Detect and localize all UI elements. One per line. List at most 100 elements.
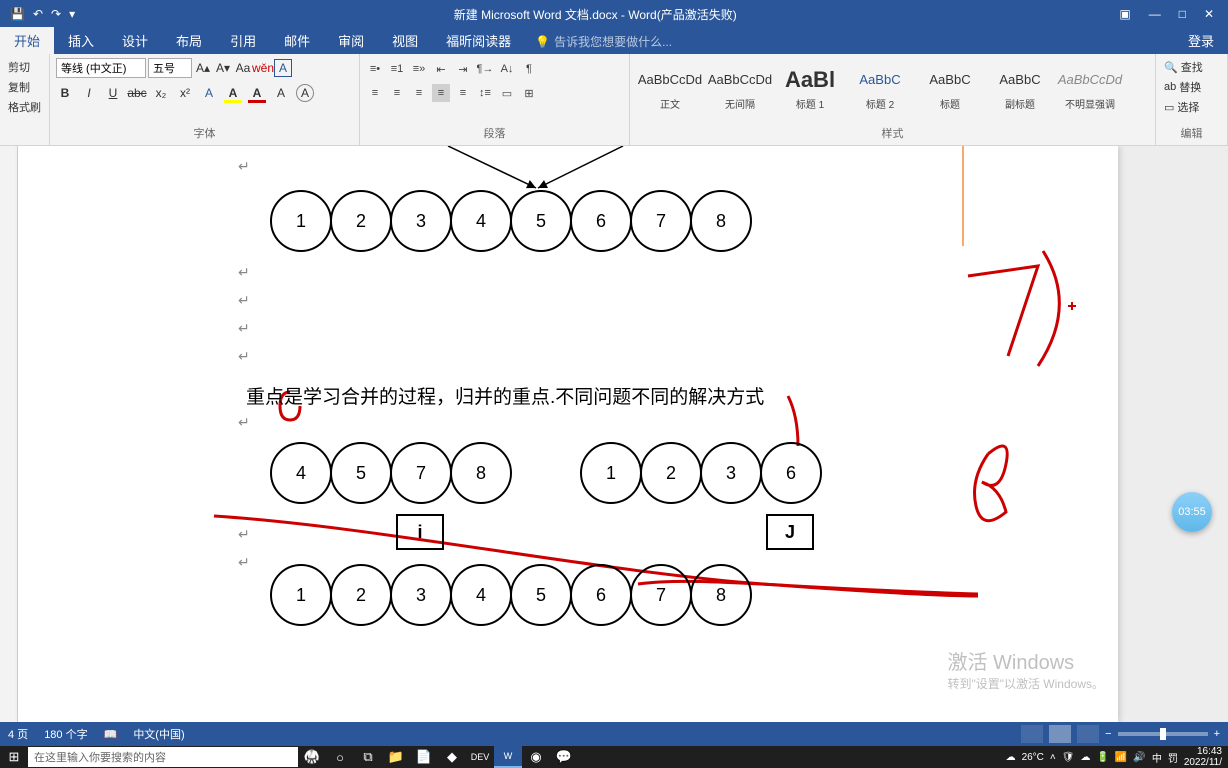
font-name-combo[interactable]: 等线 (中文正)	[56, 58, 146, 78]
strikethrough-button[interactable]: abc	[128, 84, 146, 102]
tab-design[interactable]: 设计	[108, 27, 162, 54]
font-size-combo[interactable]: 五号	[148, 58, 192, 78]
style-subtitle[interactable]: AaBbC副标题	[986, 58, 1054, 116]
multilevel-icon[interactable]: ≡»	[410, 60, 428, 78]
style-heading1[interactable]: AaBl标题 1	[776, 58, 844, 116]
weather-icon[interactable]: ☁	[1006, 752, 1016, 763]
app-icon-blue[interactable]: ◆	[438, 746, 466, 768]
word-count[interactable]: 180 个字	[44, 726, 87, 742]
shield-icon[interactable]: 🛡	[1062, 752, 1075, 763]
zoom-slider[interactable]	[1118, 732, 1208, 736]
format-painter-button[interactable]: 格式刷	[6, 98, 43, 116]
zoom-in-icon[interactable]: +	[1214, 728, 1220, 740]
clock-date[interactable]: 2022/11/	[1184, 757, 1222, 768]
redo-icon[interactable]: ↷	[51, 7, 61, 21]
web-layout-icon[interactable]	[1077, 725, 1099, 743]
print-layout-icon[interactable]	[1049, 725, 1071, 743]
change-case-icon[interactable]: Aa	[234, 59, 252, 77]
onedrive-icon[interactable]: ☁	[1080, 752, 1090, 763]
style-title[interactable]: AaBbC标题	[916, 58, 984, 116]
ribbon-options-icon[interactable]: ▣	[1119, 7, 1130, 21]
qat-dropdown-icon[interactable]: ▾	[69, 7, 75, 21]
wechat-icon[interactable]: 💬	[550, 746, 578, 768]
tray-chevron-icon[interactable]: ˄	[1050, 752, 1056, 763]
align-right-icon[interactable]: ≡	[410, 84, 428, 102]
clock-time[interactable]: 16:43	[1197, 746, 1222, 757]
numbering-icon[interactable]: ≡1	[388, 60, 406, 78]
undo-icon[interactable]: ↶	[33, 7, 43, 21]
temperature[interactable]: 26°C	[1022, 752, 1044, 763]
chrome-icon[interactable]: ◉	[522, 746, 550, 768]
tell-me-search[interactable]: 💡 告诉我您想要做什么...	[525, 29, 682, 54]
taskview-icon[interactable]: ⧉	[354, 746, 382, 768]
superscript-button[interactable]: x²	[176, 84, 194, 102]
replace-button[interactable]: ab替换	[1162, 78, 1221, 96]
align-left-icon[interactable]: ≡	[366, 84, 384, 102]
show-marks-icon[interactable]: ¶	[520, 60, 538, 78]
phonetic-guide-icon[interactable]: wěn	[254, 59, 272, 77]
app-icon[interactable]: 🥋	[298, 746, 326, 768]
style-normal[interactable]: AaBbCcDd正文	[636, 58, 704, 116]
styles-gallery[interactable]: AaBbCcDd正文 AaBbCcDd无间隔 AaBl标题 1 AaBbC标题 …	[636, 58, 1149, 116]
save-icon[interactable]: 💾	[10, 7, 25, 21]
ltr-icon[interactable]: ¶→	[476, 60, 494, 78]
char-shading-icon[interactable]: A	[272, 84, 290, 102]
select-button[interactable]: ▭选择	[1162, 98, 1221, 116]
text-effects-icon[interactable]: A	[200, 84, 218, 102]
style-subtle-emph[interactable]: AaBbCcDd不明显强调	[1056, 58, 1124, 116]
ime-lang[interactable]: 中	[1152, 750, 1162, 765]
grow-font-icon[interactable]: A▴	[194, 59, 212, 77]
tab-review[interactable]: 审阅	[324, 27, 378, 54]
floating-timer-widget[interactable]: 03:55	[1172, 492, 1212, 532]
tab-mailings[interactable]: 邮件	[270, 27, 324, 54]
cortana-icon[interactable]: ○	[326, 746, 354, 768]
wifi-icon[interactable]: 📶	[1115, 752, 1127, 763]
inc-indent-icon[interactable]: ⇥	[454, 60, 472, 78]
find-button[interactable]: 🔍查找	[1162, 58, 1221, 76]
dec-indent-icon[interactable]: ⇤	[432, 60, 450, 78]
document-page[interactable]: ↵ ↵ ↵ ↵ ↵ ↵ ↵ ↵ 1 2 3 4 5 6 7 8 重点是学习合并的…	[18, 146, 1118, 722]
language-indicator[interactable]: 中文(中国)	[133, 726, 184, 742]
zoom-out-icon[interactable]: −	[1105, 728, 1111, 740]
line-spacing-icon[interactable]: ↕≡	[476, 84, 494, 102]
cut-button[interactable]: 剪切	[6, 58, 43, 76]
close-icon[interactable]: ✕	[1204, 7, 1214, 21]
enclose-char-icon[interactable]: A	[296, 84, 314, 102]
align-center-icon[interactable]: ≡	[388, 84, 406, 102]
minimize-icon[interactable]: —	[1149, 7, 1161, 21]
distribute-icon[interactable]: ≡	[454, 84, 472, 102]
shading-icon[interactable]: ▭	[498, 84, 516, 102]
char-border-icon[interactable]: A	[274, 59, 292, 77]
explorer-icon[interactable]: 📁	[382, 746, 410, 768]
sort-icon[interactable]: A↓	[498, 60, 516, 78]
italic-button[interactable]: I	[80, 84, 98, 102]
tab-references[interactable]: 引用	[216, 27, 270, 54]
tab-foxit[interactable]: 福昕阅读器	[432, 27, 525, 54]
tab-layout[interactable]: 布局	[162, 27, 216, 54]
style-nospacing[interactable]: AaBbCcDd无间隔	[706, 58, 774, 116]
highlight-color-icon[interactable]: A	[224, 84, 242, 102]
style-heading2[interactable]: AaBbC标题 2	[846, 58, 914, 116]
font-color-icon[interactable]: A	[248, 84, 266, 102]
body-text[interactable]: 重点是学习合并的过程，归并的重点.不同问题不同的解决方式	[246, 382, 764, 409]
ime-mode[interactable]: 罚	[1168, 750, 1178, 765]
battery-icon[interactable]: 🔋	[1096, 752, 1108, 763]
tab-view[interactable]: 视图	[378, 27, 432, 54]
copy-button[interactable]: 复制	[6, 78, 43, 96]
bullets-icon[interactable]: ≡•	[366, 60, 384, 78]
page-count[interactable]: 4 页	[8, 726, 28, 742]
maximize-icon[interactable]: □	[1179, 7, 1186, 21]
justify-icon[interactable]: ≡	[432, 84, 450, 102]
bold-button[interactable]: B	[56, 84, 74, 102]
tab-insert[interactable]: 插入	[54, 27, 108, 54]
taskbar-search[interactable]: 在这里输入你要搜索的内容	[28, 747, 298, 767]
spellcheck-icon[interactable]: 📖	[104, 728, 118, 741]
shrink-font-icon[interactable]: A▾	[214, 59, 232, 77]
tab-home[interactable]: 开始	[0, 27, 54, 54]
borders-icon[interactable]: ⊞	[520, 84, 538, 102]
start-icon[interactable]: ⊞	[0, 746, 28, 768]
volume-icon[interactable]: 🔊	[1133, 752, 1145, 763]
underline-button[interactable]: U	[104, 84, 122, 102]
login-link[interactable]: 登录	[1174, 27, 1228, 54]
notepad-icon[interactable]: 📄	[410, 746, 438, 768]
